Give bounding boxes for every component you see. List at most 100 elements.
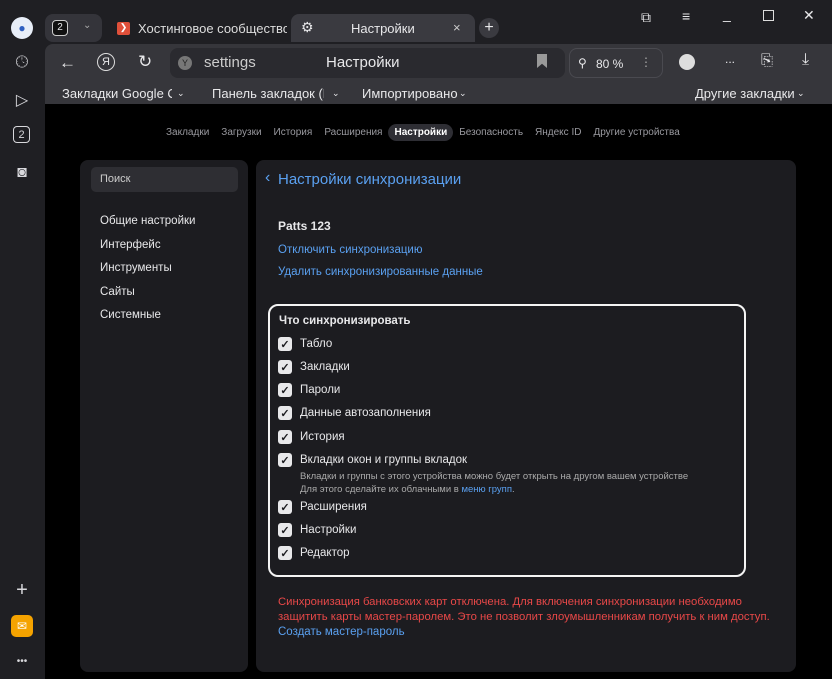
collections-icon[interactable]: ⎘: [761, 52, 773, 69]
disable-sync-link[interactable]: Отключить синхронизацию: [278, 244, 422, 256]
extension-icon[interactable]: [679, 54, 695, 70]
panel-title[interactable]: Настройки синхронизации: [278, 171, 461, 188]
item-label: Редактор: [300, 547, 350, 559]
play-icon[interactable]: ▷: [11, 89, 33, 111]
nav-downloads[interactable]: Загрузки: [215, 124, 267, 141]
back-icon[interactable]: ←: [59, 53, 76, 73]
tab-groups-menu-link[interactable]: меню групп: [461, 484, 512, 495]
checkbox-checked-icon[interactable]: ✓: [278, 406, 292, 420]
menu-sites[interactable]: Сайты: [100, 281, 195, 305]
other-bookmarks[interactable]: Другие закладки: [695, 86, 795, 101]
zoom-icon: ⚲: [578, 56, 587, 70]
nav-bookmarks[interactable]: Закладки: [160, 124, 215, 141]
item-label: Настройки: [300, 524, 357, 536]
sync-item-passwords[interactable]: ✓ Пароли: [278, 383, 340, 397]
sync-item-editor[interactable]: ✓ Редактор: [278, 546, 350, 560]
checkbox-checked-icon[interactable]: ✓: [278, 383, 292, 397]
checkbox-checked-icon[interactable]: ✓: [278, 523, 292, 537]
tab-hosting[interactable]: ❯ Хостинговое сообщество: [117, 18, 287, 38]
tabs-count-icon[interactable]: 2: [13, 126, 30, 143]
sync-item-settings[interactable]: ✓ Настройки: [278, 523, 356, 537]
create-master-password-link[interactable]: Создать мастер-пароль: [278, 626, 405, 638]
sync-item-tabs[interactable]: ✓ Вкладки окон и группы вкладок: [278, 453, 467, 467]
zoom-control[interactable]: ⚲ 80 % ⋮: [569, 48, 663, 78]
menu-system[interactable]: Системные: [100, 304, 195, 328]
checkbox-checked-icon[interactable]: ✓: [278, 337, 292, 351]
nav-settings[interactable]: Настройки: [388, 124, 454, 141]
sync-item-tablo[interactable]: ✓ Табло: [278, 337, 332, 351]
close-window-button[interactable]: ✕: [803, 7, 815, 24]
nav-extensions[interactable]: Расширения: [318, 124, 388, 141]
section-heading: Что синхронизировать: [279, 315, 411, 327]
bookmark-folder[interactable]: Панель закладок (Ed: [212, 86, 324, 101]
back-chevron-icon[interactable]: ‹: [265, 169, 270, 187]
bookmark-icon[interactable]: [537, 54, 547, 68]
settings-sidebar: Поиск Общие настройки Интерфейс Инструме…: [80, 160, 248, 672]
mail-icon[interactable]: ✉: [11, 615, 33, 637]
checkbox-checked-icon[interactable]: ✓: [278, 453, 292, 467]
tab-settings[interactable]: ⚙ Настройки ×: [291, 14, 475, 42]
maximize-button[interactable]: [763, 10, 774, 21]
menu-icon[interactable]: ≡: [682, 8, 690, 24]
item-label: История: [300, 431, 345, 443]
reload-icon[interactable]: ↻: [138, 52, 152, 72]
menu-general[interactable]: Общие настройки: [100, 210, 195, 234]
extensions-more[interactable]: ...: [725, 52, 735, 66]
yandex-icon[interactable]: Я: [97, 53, 115, 71]
nav-history[interactable]: История: [268, 124, 319, 141]
profile-avatar[interactable]: ●: [11, 17, 33, 39]
sync-item-history[interactable]: ✓ История: [278, 430, 345, 444]
settings-nav: Закладки Загрузки История Расширения Нас…: [160, 124, 686, 141]
item-label: Расширения: [300, 501, 367, 513]
delete-synced-data-link[interactable]: Удалить синхронизированные данные: [278, 266, 483, 278]
menu-interface[interactable]: Интерфейс: [100, 234, 195, 258]
sync-items-box: Что синхронизировать ✓ Табло ✓ Закладки ✓ П…: [268, 304, 746, 577]
nav-other-devices[interactable]: Другие устройства: [587, 124, 685, 141]
sync-item-autofill[interactable]: ✓ Данные автозаполнения: [278, 406, 431, 420]
checkbox-checked-icon[interactable]: ✓: [278, 546, 292, 560]
bookmarks-bar: Закладки Google Ch ⌄ Панель закладок (Ed…: [45, 82, 832, 104]
more-vert-icon[interactable]: ⋮: [640, 55, 652, 69]
chevron-down-icon: ⌄: [797, 87, 805, 98]
bookmarks-panel-icon[interactable]: ⧉: [641, 9, 651, 26]
address-bar[interactable]: Y settings Настройки: [170, 48, 565, 78]
sync-item-extensions[interactable]: ✓ Расширения: [278, 500, 367, 514]
history-icon[interactable]: 🕓︎: [11, 52, 33, 74]
tab-strip: 2 ⌄ ❯ Хостинговое сообщество ⚙ Настройки…: [45, 0, 832, 44]
account-name: Patts 123: [278, 219, 331, 233]
search-input[interactable]: Поиск: [91, 167, 238, 192]
chevron-down-icon: ⌄: [332, 87, 340, 98]
minimize-button[interactable]: _: [723, 6, 731, 22]
download-icon[interactable]: ⤓: [802, 51, 809, 69]
checkbox-checked-icon[interactable]: ✓: [278, 360, 292, 374]
more-icon[interactable]: •••: [11, 650, 33, 672]
menu-tools[interactable]: Инструменты: [100, 257, 195, 281]
period: .: [511, 484, 515, 495]
description-line: Вкладки и группы с этого устройства можн…: [300, 471, 689, 482]
sync-settings-panel: ‹ Настройки синхронизации Patts 123 Откл…: [256, 160, 796, 672]
card-sync-warning: Синхронизация банковских карт отключена.…: [278, 596, 770, 623]
new-tab-button[interactable]: +: [479, 18, 499, 38]
screenshot-icon[interactable]: ◙: [11, 162, 33, 184]
group-count: 2: [52, 20, 68, 36]
add-icon[interactable]: +: [11, 579, 33, 601]
tab-group[interactable]: 2 ⌄: [45, 14, 102, 42]
browser-sidebar: ● 🕓︎ ▷ 2 ◙ + ✉ •••: [0, 0, 45, 679]
nav-yandex-id[interactable]: Яндекс ID: [529, 124, 587, 141]
tab-title: Настройки: [351, 21, 415, 36]
bookmark-folder[interactable]: Закладки Google Ch: [62, 86, 172, 101]
checkbox-checked-icon[interactable]: ✓: [278, 500, 292, 514]
item-label: Вкладки окон и группы вкладок: [300, 454, 468, 466]
chevron-down-icon: ⌄: [177, 87, 185, 98]
close-tab-icon[interactable]: ×: [453, 20, 461, 35]
sync-item-bookmarks[interactable]: ✓ Закладки: [278, 360, 350, 374]
bookmark-folder[interactable]: Импортировано: [362, 86, 458, 101]
chevron-down-icon[interactable]: ⌄: [83, 20, 91, 31]
nav-security[interactable]: Безопасность: [453, 124, 529, 141]
description-line: Для этого сделайте их облачными в: [300, 484, 462, 495]
address-text: settings: [204, 54, 256, 71]
checkbox-checked-icon[interactable]: ✓: [278, 430, 292, 444]
settings-menu: Общие настройки Интерфейс Инструменты Са…: [100, 210, 195, 328]
site-icon: Y: [178, 56, 192, 70]
item-label: Пароли: [300, 384, 341, 396]
